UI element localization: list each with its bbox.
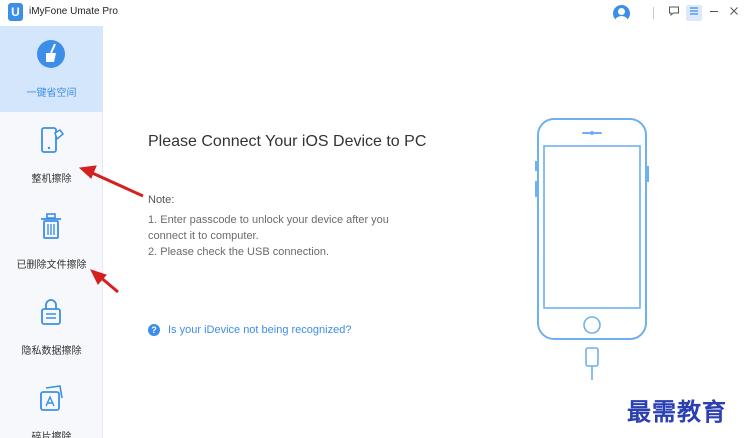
broom-icon <box>37 40 65 68</box>
note-line: 2. Please check the USB connection. <box>148 246 329 258</box>
account-avatar-icon[interactable] <box>613 4 630 22</box>
iphone-illustration <box>535 118 649 380</box>
lock-icon <box>41 299 61 325</box>
sidebar-item-private-data-erase[interactable]: 隐私数据擦除 <box>0 284 103 370</box>
sidebar-item-full-erase[interactable]: 整机擦除 <box>0 112 103 198</box>
sidebar-item-one-click-free-space[interactable]: 一键省空间 <box>0 26 103 112</box>
app-title: iMyFone Umate Pro <box>29 6 118 17</box>
menu-icon[interactable] <box>686 5 702 21</box>
sidebar-item-label: 隐私数据擦除 <box>21 346 82 357</box>
minimize-icon[interactable] <box>706 5 722 21</box>
device-not-recognized-link[interactable]: ? Is your iDevice not being recognized? <box>148 324 351 336</box>
question-icon: ? <box>148 324 160 336</box>
note-title: Note: <box>148 194 175 206</box>
window-controls <box>613 2 742 24</box>
feedback-icon[interactable] <box>666 5 682 21</box>
app-logo: U <box>8 3 23 21</box>
sidebar-item-label: 已删除文件擦除 <box>16 260 87 271</box>
sidebar-item-fragment-erase[interactable]: 碎片擦除 <box>0 370 103 438</box>
trash-can-icon <box>41 213 61 239</box>
sidebar-item-label: 整机擦除 <box>31 174 72 185</box>
page-title: Please Connect Your iOS Device to PC <box>148 133 427 150</box>
title-bar: U iMyFone Umate Pro <box>0 0 750 26</box>
sidebar-item-label: 碎片擦除 <box>31 432 72 438</box>
sidebar-item-label: 一键省空间 <box>26 88 77 99</box>
note-line: 1. Enter passcode to unlock your device … <box>148 214 389 226</box>
help-link-label: Is your iDevice not being recognized? <box>168 324 352 336</box>
fragment-icon <box>40 385 63 411</box>
note-line: connect it to computer. <box>148 230 259 242</box>
divider <box>653 7 654 19</box>
close-icon[interactable] <box>726 5 742 21</box>
watermark: 最需教育 <box>627 397 727 426</box>
phone-eraser-icon <box>41 127 65 153</box>
sidebar: 一键省空间 整机擦除 已删除文件擦除 隐私数据擦除 碎片擦除 <box>0 26 103 438</box>
sidebar-item-deleted-files-erase[interactable]: 已删除文件擦除 <box>0 198 103 284</box>
